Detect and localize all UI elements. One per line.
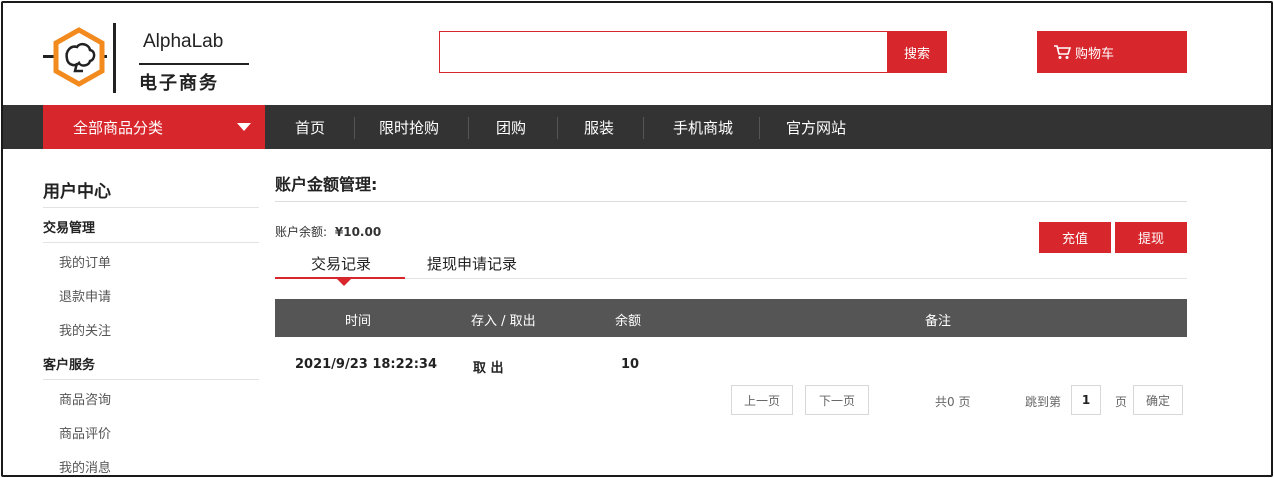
- sidebar-item-favorites[interactable]: 我的关注: [59, 320, 111, 339]
- cell-type: 取 出: [473, 361, 504, 376]
- sidebar-divider: [43, 207, 259, 208]
- nav-item-mobile-mall[interactable]: 手机商城: [644, 105, 760, 149]
- sidebar-item-my-orders[interactable]: 我的订单: [59, 252, 111, 271]
- column-header-time: 时间: [345, 314, 372, 329]
- search-button[interactable]: 搜索: [887, 31, 947, 73]
- brand-title: AlphaLab: [143, 31, 224, 52]
- total-pages: 共0 页: [935, 395, 971, 409]
- sidebar-item-inquiry[interactable]: 商品咨询: [59, 389, 111, 408]
- title-divider: [275, 201, 1187, 202]
- table-header: 时间 存入 / 取出 余额 备注: [275, 299, 1187, 337]
- sidebar-title: 用户中心: [43, 182, 111, 202]
- hexagon-brain-icon: [53, 27, 105, 87]
- balance-label: 账户余额:: [275, 225, 328, 239]
- sidebar-group-service: 客户服务: [43, 358, 96, 373]
- main-nav: 全部商品分类 首页 限时抢购 团购 服装 手机商城 官方网站: [3, 105, 1271, 149]
- tab-transactions[interactable]: 交易记录: [311, 253, 371, 274]
- sidebar-item-messages[interactable]: 我的消息: [59, 457, 111, 475]
- cart-label: 购物车: [1075, 46, 1115, 62]
- sidebar-group-trade: 交易管理: [43, 221, 96, 236]
- column-header-balance: 余额: [615, 314, 642, 329]
- cart-button[interactable]: 购物车: [1037, 31, 1187, 73]
- active-tab-caret: [337, 279, 351, 286]
- all-categories-label: 全部商品分类: [73, 118, 164, 137]
- sidebar-divider: [43, 242, 259, 243]
- sidebar-item-reviews[interactable]: 商品评价: [59, 423, 111, 442]
- nav-item-official-site[interactable]: 官方网站: [760, 105, 870, 149]
- logo-divider: [113, 23, 116, 93]
- next-page-button[interactable]: 下一页: [805, 385, 869, 415]
- confirm-page-button[interactable]: 确定: [1133, 385, 1183, 415]
- nav-item-clothing[interactable]: 服装: [558, 105, 644, 149]
- page-frame: AlphaLab 电子商务 搜索 购物车 全部商品分类 首页 限时抢购 团购 服…: [1, 1, 1273, 477]
- jump-to-label: 跳到第: [1025, 395, 1062, 409]
- nav-items: 首页 限时抢购 团购 服装 手机商城 官方网站: [265, 105, 870, 149]
- sidebar-item-refund[interactable]: 退款申请: [59, 286, 111, 305]
- brand-subtitle: 电子商务: [139, 73, 219, 94]
- nav-item-group-buy[interactable]: 团购: [469, 105, 558, 149]
- sidebar-divider: [43, 379, 259, 380]
- account-balance: 账户余额: ¥10.00: [275, 223, 381, 240]
- cell-balance: 10: [621, 357, 640, 372]
- prev-page-button[interactable]: 上一页: [731, 385, 793, 415]
- brand-logo[interactable]: AlphaLab 电子商务: [43, 21, 253, 94]
- caret-down-icon: [237, 123, 251, 131]
- balance-value: ¥10.00: [334, 225, 382, 239]
- tab-withdraw-requests[interactable]: 提现申请记录: [427, 253, 517, 274]
- column-header-note: 备注: [925, 314, 952, 329]
- brand-underline: [139, 63, 249, 65]
- search-input[interactable]: [439, 31, 889, 73]
- cart-icon: [1054, 45, 1071, 59]
- all-categories-dropdown[interactable]: 全部商品分类: [43, 105, 265, 149]
- record-tabs: 交易记录 提现申请记录: [275, 247, 1187, 279]
- nav-item-flash-sale[interactable]: 限时抢购: [355, 105, 469, 149]
- nav-item-home[interactable]: 首页: [265, 105, 355, 149]
- column-header-type: 存入 / 取出: [471, 314, 536, 329]
- page-number-input[interactable]: 1: [1071, 385, 1101, 415]
- site-header: AlphaLab 电子商务 搜索 购物车: [3, 3, 1271, 105]
- page-unit-label: 页: [1115, 395, 1128, 409]
- page-title: 账户金额管理:: [275, 175, 378, 194]
- cell-time: 2021/9/23 18:22:34: [295, 357, 438, 372]
